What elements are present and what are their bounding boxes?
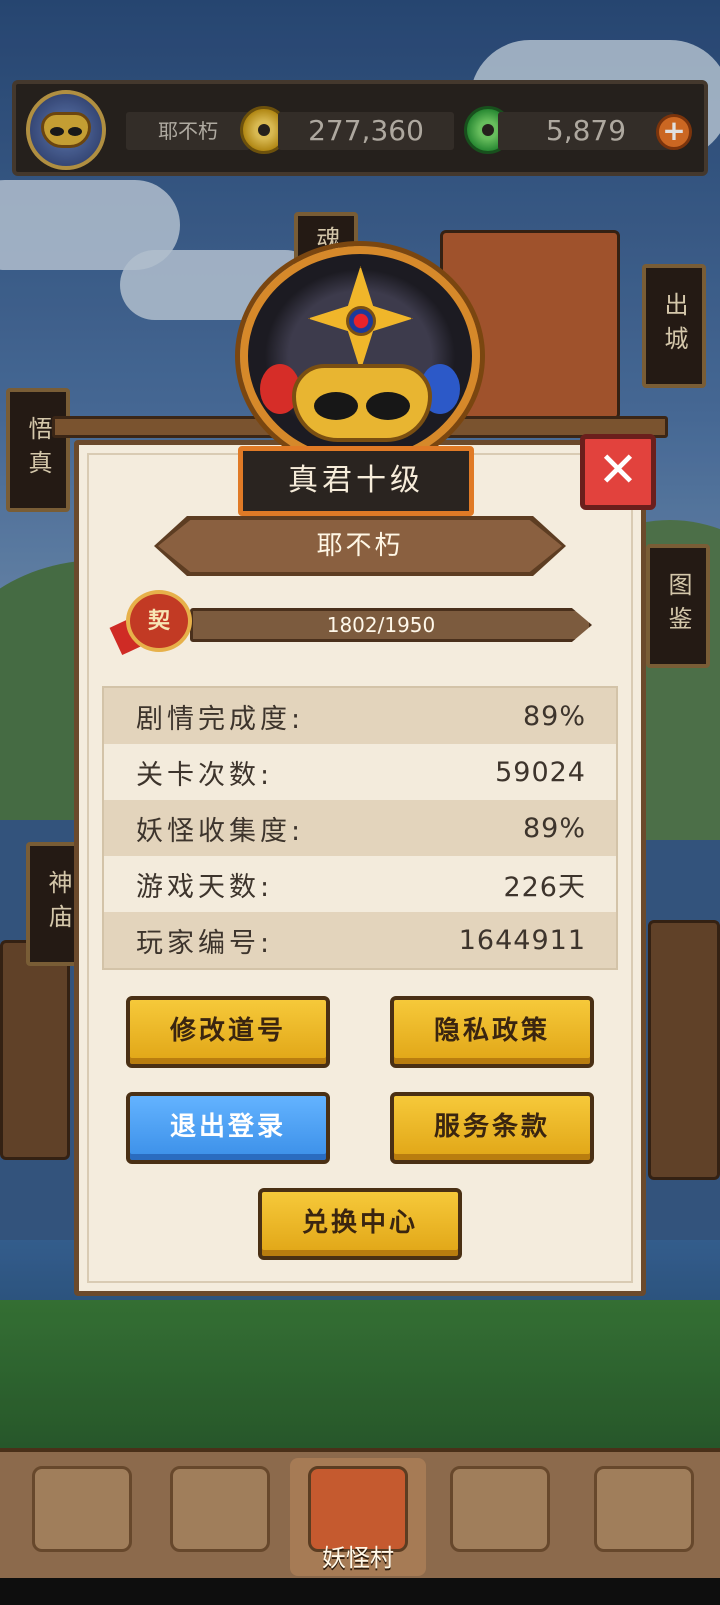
exp-progress-bar: 1802/1950	[190, 608, 592, 642]
bottom-nav: 妖怪村	[0, 1448, 720, 1578]
nav-label: 妖怪村	[322, 1544, 394, 1572]
stat-row-days: 游戏天数: 226天	[104, 856, 616, 912]
redeem-center-button[interactable]: 兑换中心	[258, 1188, 462, 1260]
stat-label: 玩家编号:	[136, 927, 274, 959]
treasure-chest-icon	[32, 1466, 132, 1552]
nav-item-star[interactable]	[152, 1458, 288, 1576]
nav-item-yokai-village[interactable]: 妖怪村	[290, 1458, 426, 1576]
rank-emblem	[240, 246, 480, 466]
nav-item-market[interactable]	[432, 1458, 568, 1576]
stat-row-player-id: 玩家编号: 1644911	[104, 912, 616, 968]
stat-label: 关卡次数:	[136, 759, 274, 791]
stat-label: 妖怪收集度:	[136, 815, 305, 847]
star-trophy-icon	[170, 1466, 270, 1552]
system-home-bar	[0, 1578, 720, 1605]
logout-button[interactable]: 退出登录	[126, 1092, 330, 1164]
market-stall-icon	[450, 1466, 550, 1552]
exp-progress-text: 1802/1950	[326, 613, 436, 637]
stat-value: 89%	[522, 812, 586, 844]
stat-label: 游戏天数:	[136, 871, 274, 903]
stat-row-stages: 关卡次数: 59024	[104, 744, 616, 800]
close-button[interactable]: ✕	[580, 434, 656, 510]
contract-seal-icon: 契	[109, 588, 200, 658]
nav-item-treasure[interactable]	[14, 1458, 150, 1576]
player-name: 耶不朽	[158, 520, 562, 572]
stat-row-story: 剧情完成度: 89%	[104, 688, 616, 744]
stat-value: 1644911	[458, 924, 586, 956]
stats-table: 剧情完成度: 89% 关卡次数: 59024 妖怪收集度: 89% 游戏天数: …	[102, 686, 618, 970]
stat-value: 59024	[495, 756, 586, 788]
gem-icon	[346, 306, 376, 336]
terms-of-service-button[interactable]: 服务条款	[390, 1092, 594, 1164]
stat-value: 226天	[503, 871, 586, 903]
seal-char: 契	[126, 590, 192, 652]
mask-eye	[366, 392, 410, 420]
mask-eye	[314, 392, 358, 420]
rename-button[interactable]: 修改道号	[126, 996, 330, 1068]
privacy-policy-button[interactable]: 隐私政策	[390, 996, 594, 1068]
stat-row-collection: 妖怪收集度: 89%	[104, 800, 616, 856]
spell-book-icon	[594, 1466, 694, 1552]
golden-mask-icon	[292, 364, 432, 442]
rank-title: 真君十级	[238, 446, 474, 516]
stat-label: 剧情完成度:	[136, 703, 305, 735]
stat-value: 89%	[522, 700, 586, 732]
nav-item-book[interactable]	[576, 1458, 712, 1576]
